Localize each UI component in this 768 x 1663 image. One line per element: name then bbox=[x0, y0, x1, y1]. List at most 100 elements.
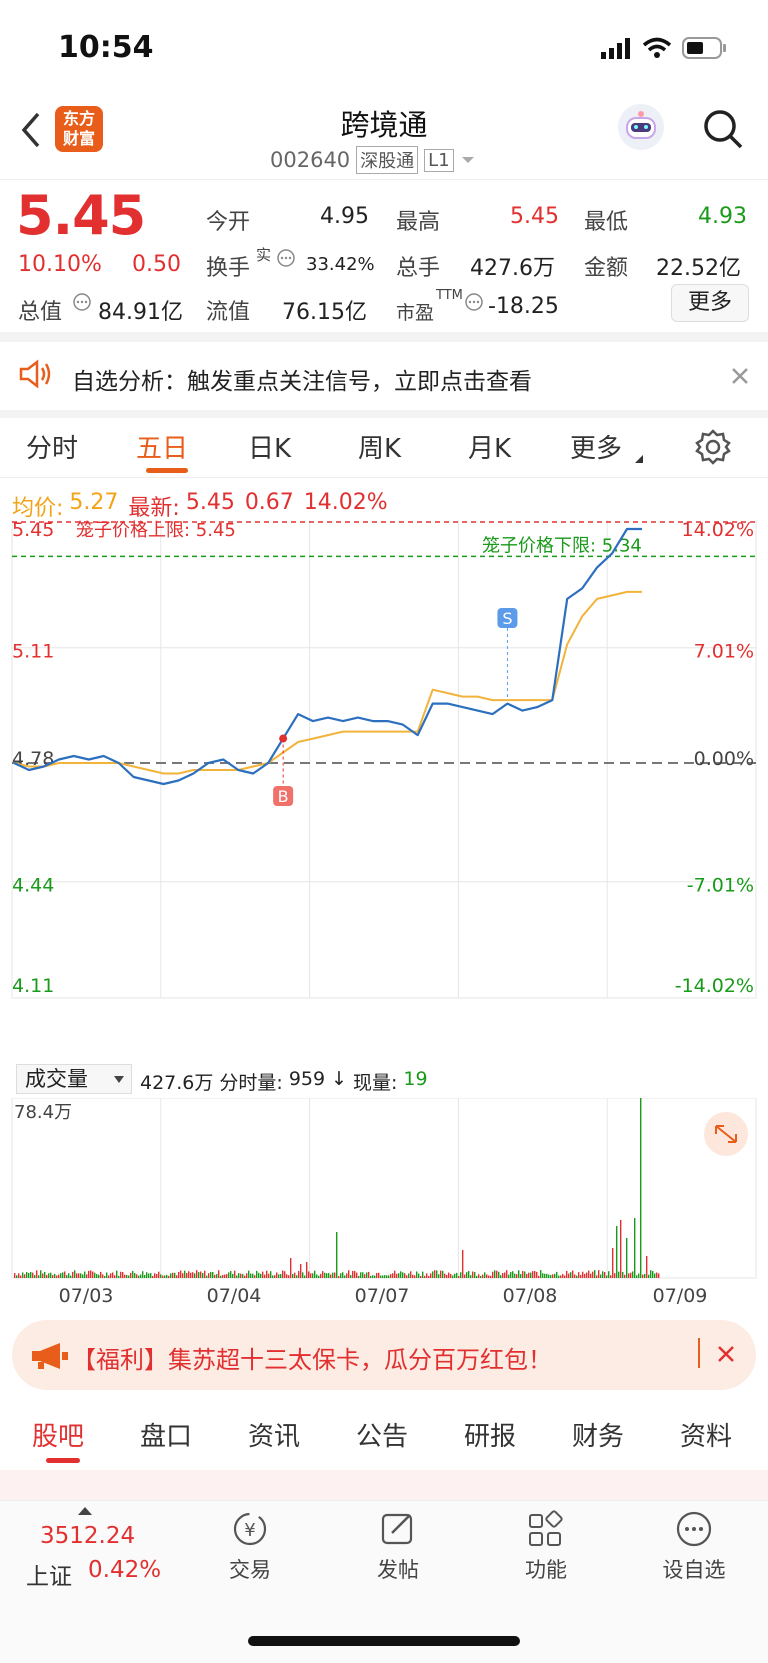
trade-button[interactable]: ¥ 交易 bbox=[200, 1509, 300, 1584]
volume-bar bbox=[282, 1270, 284, 1278]
info-icon[interactable] bbox=[464, 292, 484, 312]
volume-bar bbox=[310, 1273, 312, 1278]
tab-daily-k[interactable]: 日K bbox=[248, 428, 291, 465]
volume-value: 427.6万 bbox=[470, 256, 555, 281]
status-icons bbox=[600, 36, 728, 60]
amount-label: 金额 bbox=[584, 256, 629, 281]
volume-bar bbox=[92, 1271, 94, 1278]
volume-bar bbox=[606, 1275, 608, 1278]
y-tick-left: 5.45 bbox=[12, 520, 54, 541]
index-value[interactable]: 3512.24 bbox=[40, 1523, 135, 1549]
volume-bar bbox=[50, 1272, 52, 1278]
volume-bar bbox=[220, 1275, 222, 1278]
volume-bar bbox=[102, 1274, 104, 1278]
volume-bar bbox=[522, 1271, 524, 1278]
tab-monthly-k[interactable]: 月K bbox=[468, 428, 511, 465]
volume-bar bbox=[60, 1273, 62, 1278]
volume-chart[interactable]: 78.4万 07/03 07/04 07/07 07/08 07/09 bbox=[0, 1098, 768, 1308]
volume-bar bbox=[386, 1275, 388, 1278]
tab-more[interactable]: 更多 bbox=[570, 428, 622, 465]
float-label: 流值 bbox=[206, 300, 251, 325]
info-icon[interactable] bbox=[276, 248, 296, 268]
volume-bar bbox=[652, 1271, 654, 1278]
volume-bar bbox=[578, 1272, 580, 1278]
volume-bar bbox=[284, 1271, 286, 1278]
tab-order-book[interactable]: 盘口 bbox=[140, 1416, 192, 1453]
volume-indicator-select[interactable]: 成交量 bbox=[16, 1064, 132, 1094]
volume-bar bbox=[286, 1274, 288, 1278]
tab-research[interactable]: 研报 bbox=[464, 1416, 516, 1453]
add-watchlist-button[interactable]: 设自选 bbox=[644, 1509, 744, 1584]
volume-bar bbox=[18, 1273, 20, 1278]
volume-bar bbox=[526, 1273, 528, 1278]
volume-bar bbox=[198, 1272, 200, 1278]
change-amount: 0.50 bbox=[132, 252, 181, 277]
upper-limit-label: 笼子价格上限: 5.45 bbox=[76, 520, 236, 541]
volume-bar bbox=[520, 1274, 522, 1278]
svg-text:¥: ¥ bbox=[244, 1520, 255, 1541]
volume-bar bbox=[582, 1271, 584, 1278]
analysis-notice[interactable]: 自选分析：触发重点关注信号，立即点击查看 bbox=[0, 342, 768, 410]
dropdown-icon[interactable] bbox=[460, 154, 476, 166]
volume-bar bbox=[160, 1274, 162, 1278]
tab-intraday[interactable]: 分时 bbox=[26, 428, 78, 465]
volume-bar bbox=[470, 1275, 472, 1278]
more-button[interactable]: 更多 bbox=[671, 284, 749, 322]
volume-bar bbox=[168, 1275, 170, 1278]
stock-code-row[interactable]: 002640 深股通 L1 bbox=[270, 146, 476, 174]
volume-bar bbox=[560, 1275, 562, 1278]
volume-bar bbox=[600, 1274, 602, 1278]
search-icon[interactable] bbox=[702, 108, 744, 150]
feed-peek bbox=[0, 1470, 768, 1500]
volume-bar bbox=[86, 1274, 88, 1278]
tab-profile[interactable]: 资料 bbox=[680, 1416, 732, 1453]
volume-bar bbox=[636, 1275, 638, 1278]
robot-avatar-icon[interactable] bbox=[618, 104, 664, 150]
y-tick-right: 14.02% bbox=[682, 520, 754, 541]
volume-bar bbox=[348, 1270, 350, 1278]
volume-bar bbox=[72, 1271, 74, 1278]
active-tab-indicator bbox=[146, 468, 188, 473]
post-button[interactable]: 发帖 bbox=[348, 1509, 448, 1584]
volume-bar bbox=[326, 1273, 328, 1278]
mktcap-value: 84.91亿 bbox=[98, 300, 183, 325]
expand-up-icon[interactable] bbox=[78, 1507, 92, 1515]
volume-bar bbox=[352, 1270, 354, 1278]
volume-bar bbox=[528, 1272, 530, 1278]
turnover-label: 换手 bbox=[206, 256, 251, 281]
volume-bar bbox=[248, 1270, 250, 1278]
volume-bar bbox=[418, 1273, 420, 1278]
buy-marker-label: B bbox=[278, 787, 289, 806]
volume-bar bbox=[118, 1275, 120, 1278]
stock-code: 002640 bbox=[270, 148, 351, 172]
tab-finance[interactable]: 财务 bbox=[572, 1416, 624, 1453]
volume-bar bbox=[136, 1274, 138, 1278]
functions-button[interactable]: 功能 bbox=[496, 1509, 596, 1584]
volume-bar bbox=[500, 1275, 502, 1278]
y-tick-left: 4.11 bbox=[12, 975, 54, 997]
volume-bar bbox=[182, 1273, 184, 1278]
volume-bar bbox=[588, 1270, 590, 1278]
close-icon[interactable] bbox=[716, 1344, 736, 1364]
notice-text: 自选分析：触发重点关注信号，立即点击查看 bbox=[72, 369, 532, 395]
info-icon[interactable] bbox=[72, 292, 92, 312]
volume-bar bbox=[460, 1272, 462, 1278]
tab-weekly-k[interactable]: 周K bbox=[358, 428, 401, 465]
tab-five-day[interactable]: 五日 bbox=[136, 428, 188, 465]
volume-bar bbox=[584, 1273, 586, 1278]
divider bbox=[0, 332, 768, 342]
volume-bar bbox=[428, 1275, 430, 1278]
tab-news[interactable]: 资讯 bbox=[248, 1416, 300, 1453]
close-icon[interactable] bbox=[730, 366, 750, 386]
tab-guba[interactable]: 股吧 bbox=[32, 1416, 84, 1453]
volume-bar bbox=[236, 1275, 238, 1278]
volume-bar bbox=[438, 1274, 440, 1278]
five-day-price-chart[interactable]: 5.455.114.784.444.1114.02%7.01%0.00%-7.0… bbox=[0, 520, 768, 1060]
volume-bar bbox=[404, 1273, 406, 1278]
promo-banner[interactable]: 【福利】集苏超十三太保卡，瓜分百万红包！ bbox=[12, 1320, 756, 1390]
tab-announcements[interactable]: 公告 bbox=[356, 1416, 408, 1453]
volume-bar bbox=[502, 1272, 504, 1278]
volume-bar bbox=[298, 1271, 300, 1278]
settings-gear-icon[interactable] bbox=[694, 428, 732, 466]
volume-bar bbox=[200, 1271, 202, 1278]
